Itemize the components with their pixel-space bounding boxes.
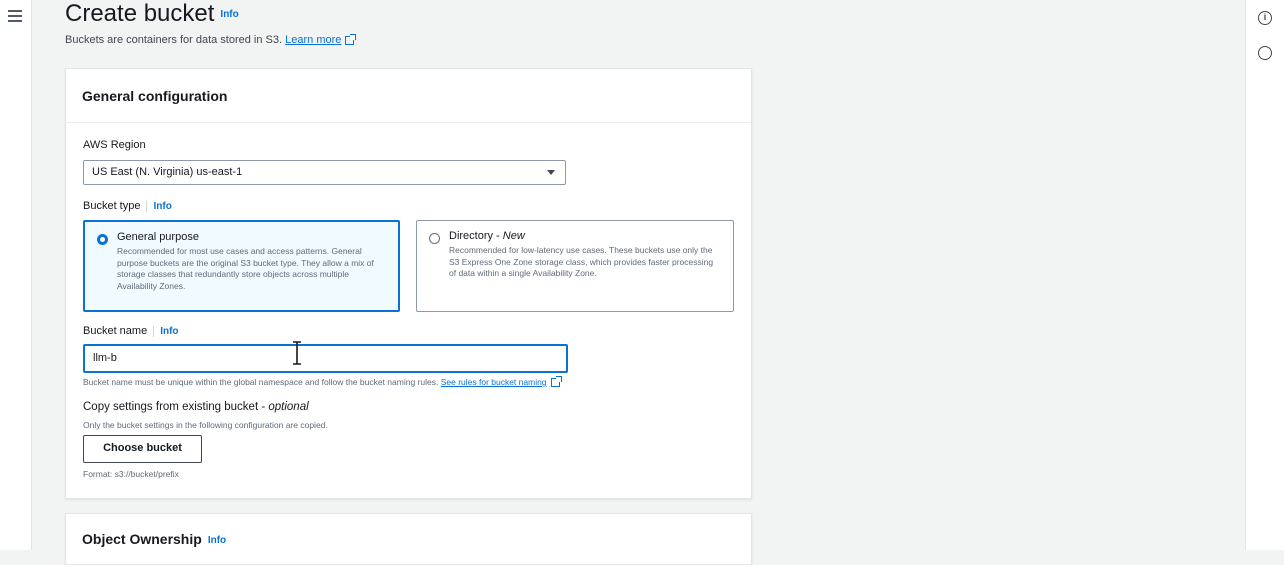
region-label: AWS Region [83,139,146,151]
region-value: US East (N. Virginia) us-east-1 [92,166,243,178]
general-purpose-option[interactable]: General purpose Recommended for most use… [83,220,400,312]
helper-text: Bucket name must be unique within the gl… [83,377,439,387]
object-ownership-info-link[interactable]: Info [208,535,226,546]
option-description: Recommended for low-latency use cases. T… [449,245,714,278]
feedback-icon[interactable] [1258,46,1272,60]
option-title: General purpose [117,231,199,243]
title-info-link[interactable]: Info [220,9,238,20]
left-rail [0,0,32,550]
radio-unselected-icon[interactable] [429,233,440,244]
bucket-naming-rules-link[interactable]: See rules for bucket naming [441,377,547,387]
new-badge: New [502,230,525,242]
bucket-type-label-text: Bucket type [83,200,141,212]
bucket-name-label-text: Bucket name [83,325,148,337]
page-title-text: Create bucket [65,0,215,27]
general-configuration-header: General configuration [66,69,751,123]
optional-tag: optional [268,401,309,413]
external-link-icon [550,376,562,388]
option-title-text: Directory - [449,230,503,242]
main-content: Create bucket Info Buckets are containers… [31,0,1246,565]
page-title: Create bucket Info [65,0,239,28]
page-subtitle: Buckets are containers for data stored i… [65,33,357,46]
text-cursor-icon [293,341,301,365]
object-ownership-header: Object Ownership Info [66,514,751,564]
copy-settings-text: Copy settings from existing bucket - [83,401,269,413]
bucket-type-label: Bucket type Info [83,200,172,212]
choose-bucket-button[interactable]: Choose bucket [83,435,202,463]
directory-option[interactable]: Directory - New Recommended for low-late… [416,220,734,312]
subtitle-text: Buckets are containers for data stored i… [65,34,283,46]
menu-icon[interactable] [8,10,22,24]
copy-settings-description: Only the bucket settings in the followin… [83,420,328,430]
bucket-name-helper: Bucket name must be unique within the gl… [83,376,562,388]
copy-settings-label: Copy settings from existing bucket - opt… [83,401,309,413]
bucket-type-info-link[interactable]: Info [146,201,172,212]
format-hint: Format: s3://bucket/prefix [83,469,179,479]
radio-selected-icon[interactable] [97,234,108,245]
bucket-name-input[interactable]: llm-b [83,344,568,373]
object-ownership-panel: Object Ownership Info [65,513,752,565]
object-ownership-title: Object Ownership [82,531,202,547]
option-description: Recommended for most use cases and acces… [117,246,374,291]
caret-down-icon [547,170,555,175]
learn-more-link[interactable]: Learn more [285,34,341,46]
right-rail: i [1245,0,1284,550]
bucket-name-info-link[interactable]: Info [153,326,179,337]
option-title: Directory - New [449,230,721,242]
general-configuration-panel: General configuration AWS Region US East… [65,68,752,499]
region-select[interactable]: US East (N. Virginia) us-east-1 [83,160,566,185]
external-link-icon [345,33,357,45]
info-panel-icon[interactable]: i [1258,11,1272,25]
bucket-name-label: Bucket name Info [83,325,179,337]
